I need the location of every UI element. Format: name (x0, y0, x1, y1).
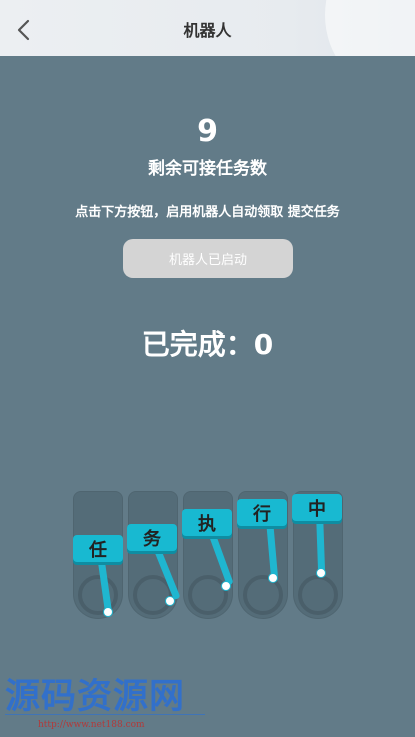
lever-machine: 任 务 执 行 中 (0, 0, 415, 737)
lever-knob[interactable] (103, 607, 113, 617)
lever-sign-label: 任 (89, 539, 107, 561)
lever-sign-label: 执 (198, 513, 216, 535)
watermark-divider (5, 714, 205, 715)
lever-sign-label: 中 (308, 498, 326, 520)
lever-sign: 行 (237, 499, 287, 526)
lever-knob[interactable] (165, 596, 175, 606)
lever-sign: 任 (73, 535, 123, 562)
lever-sign: 务 (127, 524, 177, 551)
lever-knob[interactable] (268, 573, 278, 583)
lever-sign-label: 行 (253, 503, 271, 525)
watermark-url: http://www.net188.com (38, 720, 145, 730)
lever-knob[interactable] (316, 568, 326, 578)
lever-sign-label: 务 (143, 528, 161, 550)
lever-slot-ring (298, 575, 338, 615)
lever-knob[interactable] (221, 581, 231, 591)
watermark-logo: 源码资源网 (5, 677, 186, 717)
lever-sign: 执 (182, 509, 232, 536)
lever-sign: 中 (292, 494, 342, 521)
